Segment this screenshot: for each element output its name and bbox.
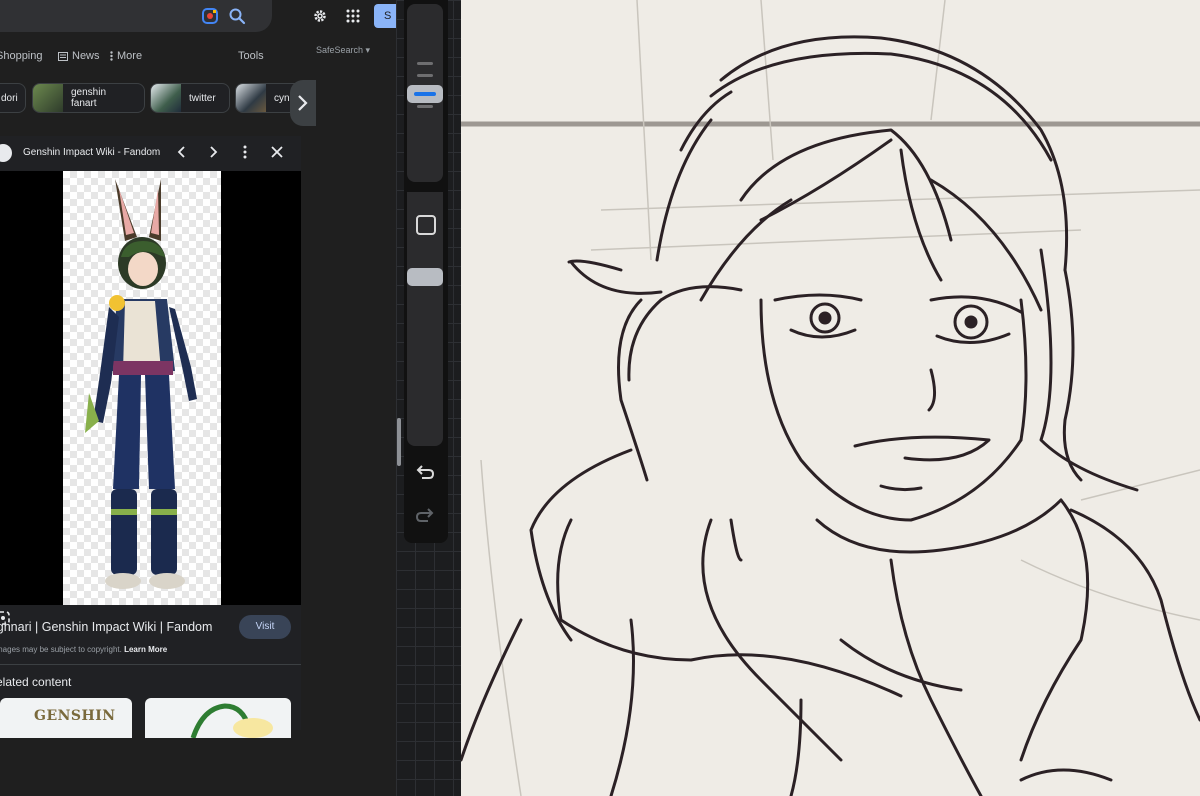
related-card-2[interactable]	[145, 698, 291, 738]
sketch-artwork	[461, 0, 1200, 796]
brush-size-slider[interactable]	[407, 4, 443, 182]
fandom-favicon	[0, 144, 12, 162]
slider-tick	[417, 62, 433, 65]
chevron-left-icon[interactable]	[174, 144, 190, 160]
redo-icon[interactable]	[414, 505, 436, 527]
safesearch-dropdown[interactable]: SafeSearch ▾	[316, 45, 370, 56]
character-image[interactable]	[63, 171, 221, 605]
tab-shopping[interactable]: Shopping	[0, 50, 43, 62]
chip-thumbnail	[236, 84, 266, 112]
preview-source-name: Genshin Impact Wiki - Fandom	[23, 147, 161, 158]
more-options-icon[interactable]	[237, 144, 253, 160]
chip-label: cyn	[274, 92, 290, 104]
tab-news[interactable]: News	[58, 50, 100, 62]
chip-dori[interactable]: dori	[0, 83, 26, 113]
chip-genshin-fanart[interactable]: genshin fanart	[32, 83, 145, 113]
slider-tick	[417, 74, 433, 77]
split-view-handle[interactable]	[397, 418, 401, 466]
news-icon	[58, 51, 68, 61]
tools-label: Tools	[238, 50, 264, 62]
brush-size-thumb[interactable]	[407, 85, 443, 103]
caret-down-icon: ▾	[365, 45, 371, 55]
copyright-note: mages may be subject to copyright. Learn…	[0, 645, 167, 654]
divider	[0, 664, 301, 665]
related-content-heading: elated content	[0, 675, 72, 689]
more-vert-icon	[110, 51, 113, 61]
chip-label: twitter	[189, 92, 216, 104]
slider-tick	[417, 105, 433, 108]
search-icon[interactable]	[228, 7, 246, 25]
preview-image-area[interactable]	[0, 171, 301, 625]
result-title[interactable]: ighnari | Genshin Impact Wiki | Fandom	[0, 620, 212, 634]
modify-button[interactable]	[407, 192, 443, 258]
copyright-text: mages may be subject to copyright.	[0, 645, 122, 654]
opacity-thumb[interactable]	[407, 268, 443, 286]
chips-next-button[interactable]	[290, 80, 316, 126]
drawing-canvas[interactable]	[461, 0, 1200, 796]
undo-icon[interactable]	[414, 462, 436, 484]
opacity-slider[interactable]	[407, 258, 443, 446]
chip-thumbnail	[151, 84, 181, 112]
related-card-1[interactable]: GENSHIN	[0, 698, 132, 738]
preview-header: Genshin Impact Wiki - Fandom	[0, 136, 301, 170]
chip-label: dori	[1, 92, 18, 104]
more-tab-label: More	[117, 50, 143, 62]
square-icon	[416, 215, 436, 235]
sign-in-button[interactable]: S	[374, 4, 396, 28]
apps-grid-icon[interactable]	[346, 9, 360, 23]
chip-twitter[interactable]: twitter	[150, 83, 230, 113]
lens-icon[interactable]	[202, 8, 218, 24]
search-input[interactable]	[0, 0, 272, 32]
visit-button[interactable]: Visit	[239, 615, 291, 639]
tab-more[interactable]: More	[110, 50, 142, 62]
news-tab-label: News	[72, 50, 100, 62]
related-card-logo: GENSHIN	[34, 708, 116, 724]
gear-icon[interactable]	[312, 8, 328, 24]
safesearch-label: SafeSearch	[316, 45, 364, 55]
close-icon[interactable]	[269, 144, 285, 160]
chevron-right-icon[interactable]	[205, 144, 221, 160]
browser-search-pane: S Shopping News More Tools SafeSearch ▾ …	[0, 0, 396, 796]
image-preview-panel: Genshin Impact Wiki - Fandom ighnari | G…	[0, 136, 301, 738]
tools-button[interactable]: Tools	[238, 50, 264, 62]
learn-more-link[interactable]: Learn More	[124, 645, 167, 654]
chip-label: genshin fanart	[71, 87, 107, 109]
chip-thumbnail	[33, 84, 63, 112]
brush-size-indicator	[414, 92, 436, 96]
shopping-tab-label: Shopping	[0, 50, 43, 62]
